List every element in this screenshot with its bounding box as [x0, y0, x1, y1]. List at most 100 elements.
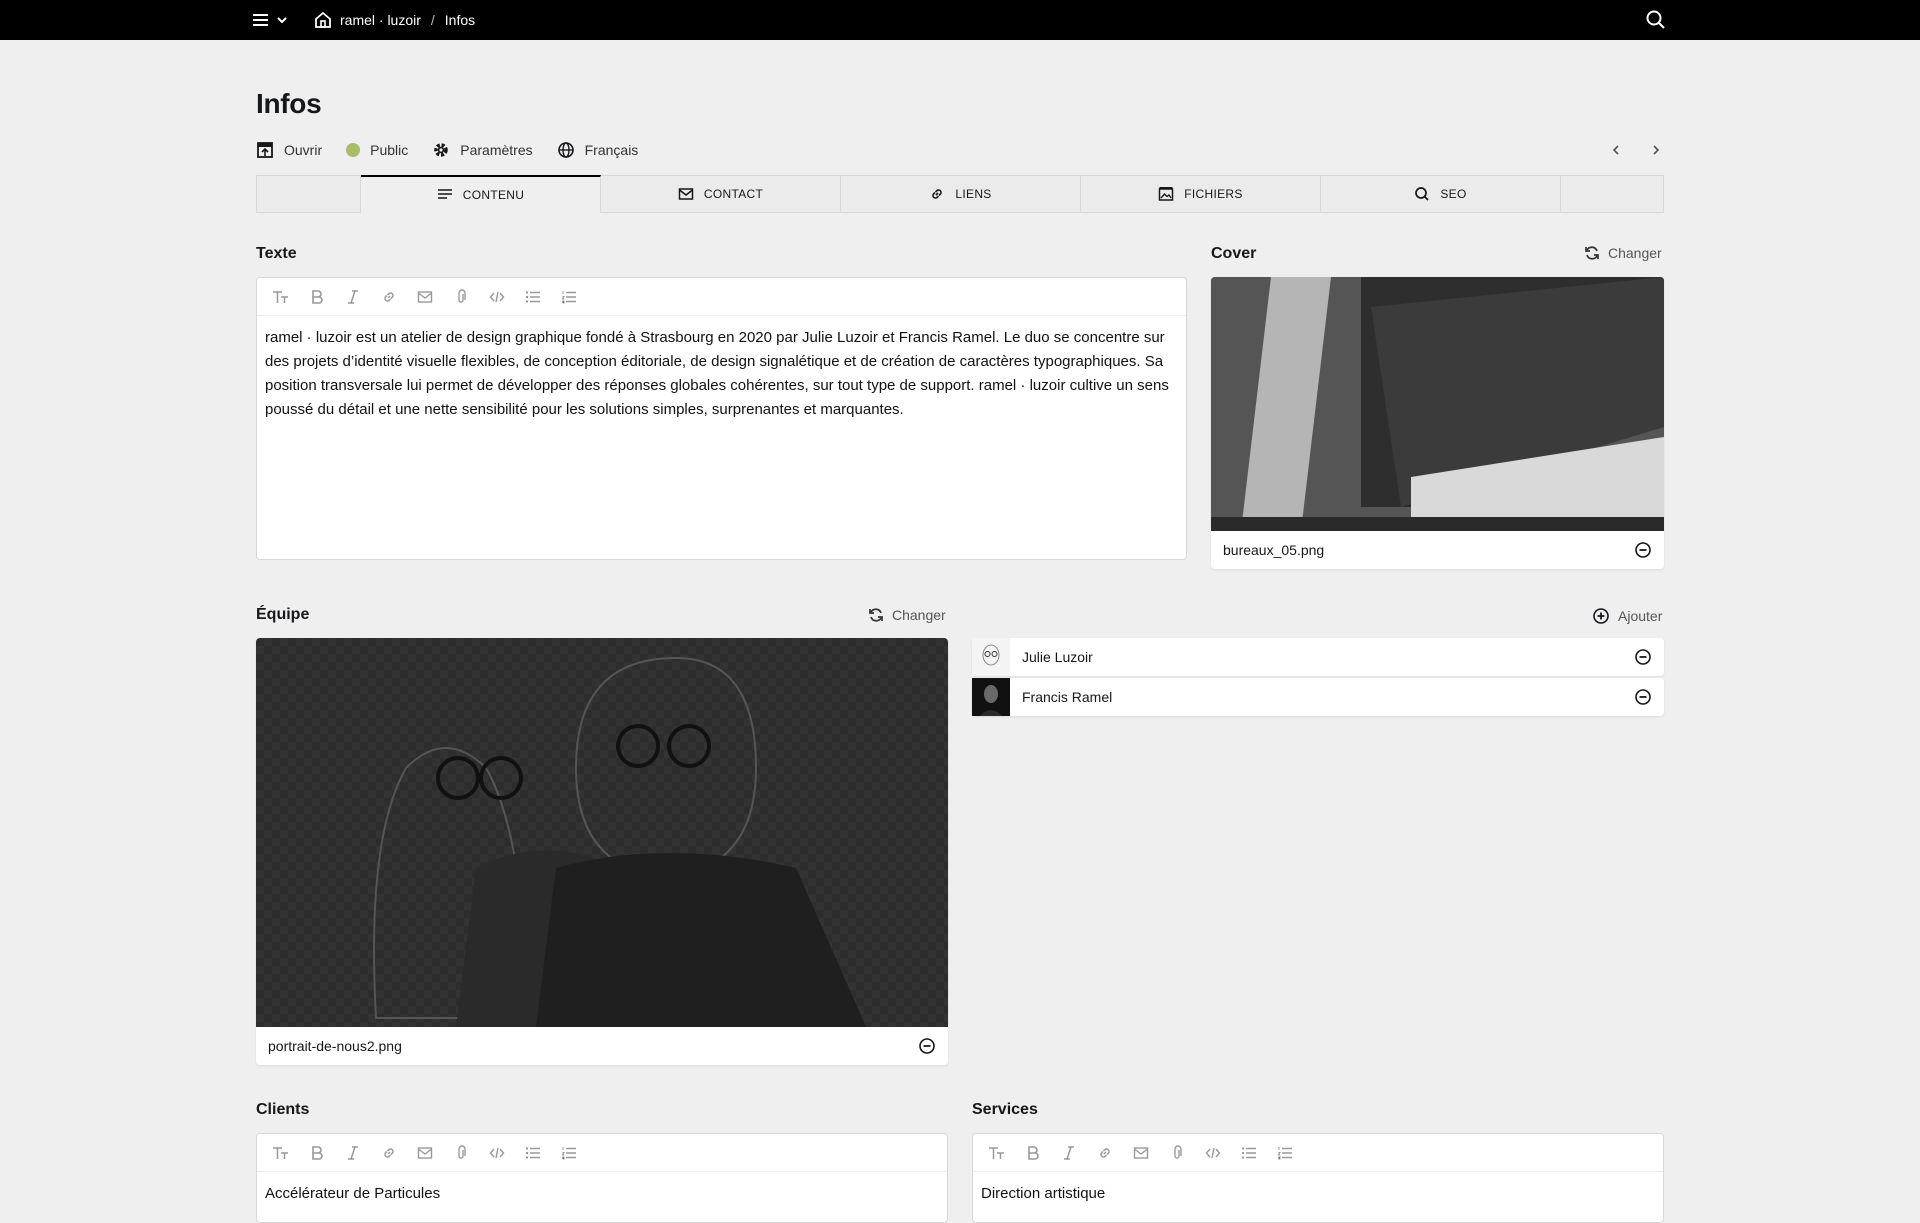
text-size-icon: [273, 290, 288, 303]
italic-button[interactable]: [1051, 1135, 1087, 1171]
list-item[interactable]: Julie Luzoir: [972, 638, 1664, 676]
text-size-icon: [989, 1146, 1004, 1159]
list-item[interactable]: Francis Ramel: [972, 678, 1664, 716]
code-icon: [489, 1147, 505, 1158]
texte-editor[interactable]: ramel · luzoir est un atelier de design …: [256, 277, 1187, 560]
bullet-list-button[interactable]: [515, 1135, 551, 1171]
bullet-list-icon: [526, 1147, 540, 1158]
remove-circle-icon[interactable]: [1634, 541, 1652, 559]
bold-button[interactable]: [1015, 1135, 1051, 1171]
next-page-button[interactable]: [1644, 138, 1668, 162]
add-member-label: Ajouter: [1618, 608, 1663, 624]
global-search-button[interactable]: [1644, 8, 1668, 32]
image-icon: [1159, 187, 1174, 201]
open-label: Ouvrir: [284, 142, 323, 158]
cover-label: Cover: [1211, 245, 1257, 262]
cover-card: bureaux_05.png: [1211, 277, 1664, 569]
equipe-image[interactable]: [256, 638, 948, 1027]
ordered-list-button[interactable]: [551, 1135, 587, 1171]
code-button[interactable]: [1195, 1135, 1231, 1171]
text-lines-icon: [437, 189, 452, 199]
tab-contenu[interactable]: CONTENU: [361, 175, 601, 213]
bullet-list-button[interactable]: [515, 279, 551, 315]
paperclip-icon: [1174, 1144, 1182, 1159]
tab-label: FICHIERS: [1184, 187, 1243, 201]
language-button[interactable]: Français: [557, 141, 639, 159]
settings-button[interactable]: Paramètres: [432, 141, 533, 159]
cover-change-button[interactable]: Changer: [1584, 245, 1662, 261]
cover-image[interactable]: [1211, 277, 1664, 531]
plus-circle-icon: [1593, 608, 1609, 624]
italic-icon: [348, 1145, 358, 1160]
ordered-list-button[interactable]: [1267, 1135, 1303, 1171]
italic-icon: [348, 289, 358, 304]
italic-button[interactable]: [335, 1135, 371, 1171]
team-member-list: Julie Luzoir Francis Ramel: [972, 638, 1664, 718]
search-icon: [1646, 10, 1665, 29]
ordered-list-button[interactable]: [551, 279, 587, 315]
italic-icon: [1064, 1145, 1074, 1160]
bold-button[interactable]: [299, 279, 335, 315]
tab-fichiers[interactable]: FICHIERS: [1081, 176, 1321, 212]
attachment-button[interactable]: [1159, 1135, 1195, 1171]
remove-circle-icon[interactable]: [918, 1037, 936, 1055]
breadcrumb-current[interactable]: Infos: [445, 12, 475, 28]
text-size-icon: [273, 1146, 288, 1159]
status-button[interactable]: Public: [346, 142, 408, 158]
breadcrumb: ramel · luzoir / Infos: [314, 0, 475, 40]
envelope-icon: [678, 188, 694, 200]
cover-filename: bureaux_05.png: [1223, 542, 1325, 558]
chevron-down-icon: [277, 17, 287, 24]
tab-label: CONTENU: [462, 188, 525, 202]
clients-editor[interactable]: Accélérateur de Particules: [256, 1133, 948, 1223]
attachment-button[interactable]: [443, 1135, 479, 1171]
remove-circle-icon[interactable]: [1634, 648, 1652, 666]
italic-button[interactable]: [335, 279, 371, 315]
link-button[interactable]: [371, 279, 407, 315]
paperclip-icon: [458, 288, 466, 303]
headings-button[interactable]: [979, 1135, 1015, 1171]
headings-button[interactable]: [263, 279, 299, 315]
breadcrumb-site[interactable]: ramel · luzoir: [340, 12, 421, 28]
breadcrumb-separator: /: [430, 12, 435, 28]
equipe-image-footer: portrait-de-nous2.png: [256, 1027, 948, 1065]
chevron-left-icon: [1612, 145, 1619, 155]
previous-page-button[interactable]: [1604, 138, 1628, 162]
services-editor[interactable]: Direction artistique: [972, 1133, 1664, 1223]
attachment-button[interactable]: [443, 279, 479, 315]
tab-empty: [257, 176, 361, 212]
equipe-change-button[interactable]: Changer: [868, 607, 946, 623]
bold-button[interactable]: [299, 1135, 335, 1171]
add-member-button[interactable]: Ajouter: [1592, 607, 1662, 625]
search-icon: [1415, 187, 1429, 201]
menu-button[interactable]: [252, 8, 288, 32]
member-name: Francis Ramel: [1022, 689, 1113, 705]
link-button[interactable]: [371, 1135, 407, 1171]
page-title: Infos: [256, 88, 322, 119]
cover-change-label: Changer: [1608, 245, 1662, 261]
services-content[interactable]: Direction artistique: [973, 1172, 1663, 1216]
email-button[interactable]: [407, 279, 443, 315]
language-label: Français: [584, 142, 639, 158]
email-button[interactable]: [1123, 1135, 1159, 1171]
clients-toolbar: [257, 1134, 947, 1172]
page-pager: [1604, 138, 1668, 162]
remove-circle-icon[interactable]: [1634, 688, 1652, 706]
headings-button[interactable]: [263, 1135, 299, 1171]
paperclip-icon: [458, 1144, 466, 1159]
tab-contact[interactable]: CONTACT: [601, 176, 841, 212]
texte-content[interactable]: ramel · luzoir est un atelier de design …: [257, 316, 1186, 432]
link-button[interactable]: [1087, 1135, 1123, 1171]
texte-label: Texte: [256, 245, 297, 262]
clients-content[interactable]: Accélérateur de Particules: [257, 1172, 947, 1216]
code-button[interactable]: [479, 1135, 515, 1171]
code-button[interactable]: [479, 279, 515, 315]
tab-seo[interactable]: SEO: [1321, 176, 1561, 212]
open-button[interactable]: Ouvrir: [256, 141, 322, 159]
top-bar: ramel · luzoir / Infos: [0, 0, 1920, 40]
tab-liens[interactable]: LIENS: [841, 176, 1081, 212]
chevron-right-icon: [1653, 145, 1660, 155]
bullet-list-button[interactable]: [1231, 1135, 1267, 1171]
email-button[interactable]: [407, 1135, 443, 1171]
home-icon: [315, 11, 331, 28]
